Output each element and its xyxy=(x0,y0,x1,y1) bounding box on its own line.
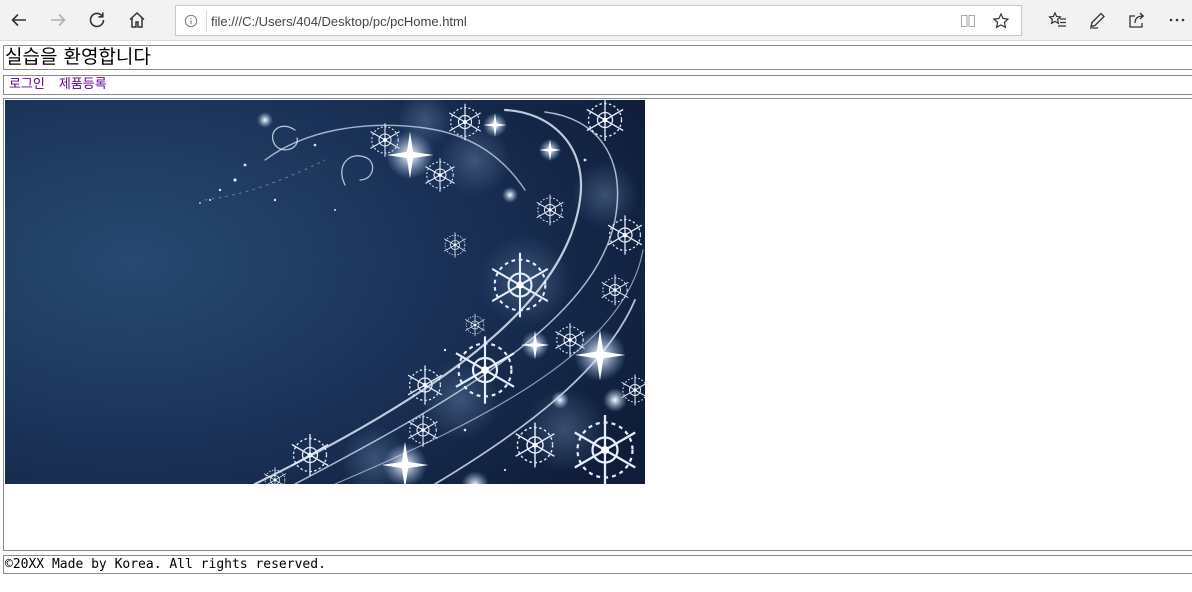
info-icon[interactable] xyxy=(183,13,199,29)
arrow-left-icon xyxy=(11,13,26,27)
forward-button[interactable] xyxy=(43,6,73,34)
home-button[interactable] xyxy=(122,6,152,34)
pen-icon xyxy=(1089,12,1105,30)
reading-view-button[interactable] xyxy=(956,10,980,32)
address-bar[interactable] xyxy=(175,5,1022,36)
refresh-icon xyxy=(89,12,105,28)
refresh-button[interactable] xyxy=(82,6,112,34)
address-input[interactable] xyxy=(211,9,931,33)
ellipsis-icon xyxy=(1169,18,1185,22)
share-icon xyxy=(1129,12,1145,28)
home-icon xyxy=(129,11,145,28)
product-register-link[interactable]: 제품등록 xyxy=(59,76,107,94)
share-button[interactable] xyxy=(1122,6,1152,34)
favorite-button[interactable] xyxy=(989,10,1013,32)
more-button[interactable] xyxy=(1162,6,1192,34)
page-title: 실습을 환영합니다 xyxy=(5,46,151,68)
browser-toolbar xyxy=(0,0,1192,41)
address-separator xyxy=(206,10,207,32)
web-page: 실습을 환영합니다 로그인 제품등록 ©20XX Made by Korea. … xyxy=(0,41,1192,592)
footer-section: ©20XX Made by Korea. All rights reserved… xyxy=(3,555,1192,574)
login-link[interactable]: 로그인 xyxy=(9,76,45,94)
back-button[interactable] xyxy=(4,6,34,34)
christmas-banner-image xyxy=(5,100,645,484)
header-section: 실습을 환영합니다 xyxy=(3,45,1192,70)
content-section xyxy=(3,98,1192,551)
favorites-icon xyxy=(1048,11,1066,27)
star-icon xyxy=(992,12,1010,29)
copyright-text: ©20XX Made by Korea. All rights reserved… xyxy=(5,557,326,572)
arrow-right-icon xyxy=(51,13,66,27)
menu-section: 로그인 제품등록 xyxy=(3,75,1192,95)
notes-button[interactable] xyxy=(1082,6,1112,34)
book-icon xyxy=(960,14,976,28)
favorites-hub-button[interactable] xyxy=(1043,6,1073,34)
